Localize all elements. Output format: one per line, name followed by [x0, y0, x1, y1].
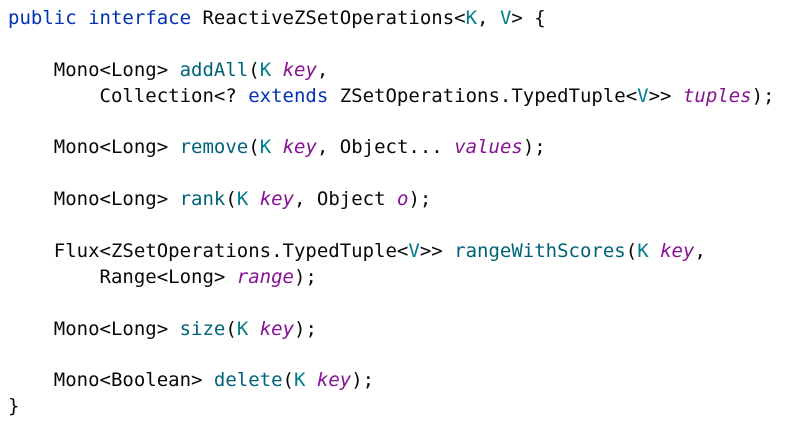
- code-token: K: [294, 369, 306, 392]
- code-token: interface: [88, 7, 192, 29]
- code-line: Range<Long> range);: [8, 265, 774, 291]
- code-token: values: [454, 136, 523, 159]
- code-token: ,: [316, 58, 329, 81]
- code-token: V: [408, 240, 420, 263]
- code-token: range: [236, 265, 294, 288]
- code-token: >>: [419, 240, 455, 263]
- code-token: Mono<Long>: [8, 58, 180, 81]
- code-token: ZSetOperations.TypedTuple<: [328, 84, 638, 107]
- code-token: );: [751, 84, 775, 107]
- code-line: Mono<Long> addAll(K key,: [8, 58, 774, 84]
- code-token: key: [282, 136, 317, 159]
- code-token: K: [637, 240, 649, 263]
- code-token: key: [316, 369, 352, 392]
- code-token: }: [8, 395, 20, 418]
- code-token: (: [282, 369, 294, 392]
- code-line: Flux<ZSetOperations.TypedTuple<V>> range…: [8, 239, 774, 265]
- code-token: );: [294, 317, 317, 340]
- code-token: size: [179, 317, 226, 340]
- code-token: K: [236, 317, 249, 340]
- code-token: (: [248, 58, 260, 81]
- code-token: , Object: [294, 188, 397, 211]
- code-editor[interactable]: public interface ReactiveZSetOperations<…: [8, 6, 774, 420]
- code-token: extends: [248, 84, 329, 107]
- code-line: Mono<Long> rank(K key, Object o);: [8, 187, 774, 213]
- code-token: ,: [477, 7, 500, 29]
- code-token: Flux<ZSetOperations.TypedTuple<: [8, 240, 409, 263]
- code-token: Range<Long>: [8, 265, 237, 288]
- code-token: Mono<Long>: [8, 136, 180, 159]
- code-token: K: [236, 188, 249, 211]
- code-token: tuples: [682, 84, 752, 107]
- code-token: rangeWithScores: [454, 240, 626, 263]
- code-token: Mono<Long>: [8, 317, 180, 340]
- code-token: (: [625, 240, 638, 263]
- code-token: );: [293, 265, 317, 288]
- code-line: Mono<Long> remove(K key, Object... value…: [8, 135, 774, 161]
- code-token: Collection<?: [8, 84, 249, 107]
- code-token: K: [465, 7, 478, 29]
- code-token: (: [248, 136, 260, 159]
- code-token: (: [225, 317, 237, 340]
- code-token: addAll: [179, 58, 249, 81]
- code-line: }: [8, 394, 774, 420]
- code-token: rank: [179, 188, 226, 211]
- code-token: );: [408, 188, 432, 211]
- code-token: key: [259, 188, 295, 211]
- code-token: ReactiveZSetOperations<: [191, 7, 466, 29]
- code-token: , Object...: [316, 136, 455, 159]
- code-token: V: [499, 7, 512, 29]
- code-token: K: [259, 136, 272, 159]
- code-token: Mono<Boolean>: [8, 369, 214, 392]
- code-token: K: [259, 58, 272, 81]
- code-line: Mono<Boolean> delete(K key);: [8, 368, 774, 394]
- code-token: key: [282, 58, 317, 81]
- code-token: );: [522, 136, 546, 159]
- code-token: remove: [179, 136, 249, 159]
- code-line: Collection<? extends ZSetOperations.Type…: [8, 84, 775, 110]
- code-token: public: [8, 7, 77, 29]
- code-token: Mono<Long>: [8, 188, 180, 211]
- code-token: >>: [648, 84, 683, 107]
- code-token: (: [225, 188, 237, 211]
- code-token: key: [259, 317, 295, 340]
- code-line: public interface ReactiveZSetOperations<…: [8, 6, 774, 32]
- code-token: ,: [694, 240, 706, 263]
- code-token: V: [637, 84, 649, 107]
- code-token: key: [660, 240, 695, 263]
- code-token: o: [397, 188, 409, 211]
- code-line: Mono<Long> size(K key);: [8, 317, 774, 343]
- code-token: delete: [213, 369, 283, 392]
- code-token: > {: [511, 7, 546, 29]
- code-token: );: [351, 369, 375, 392]
